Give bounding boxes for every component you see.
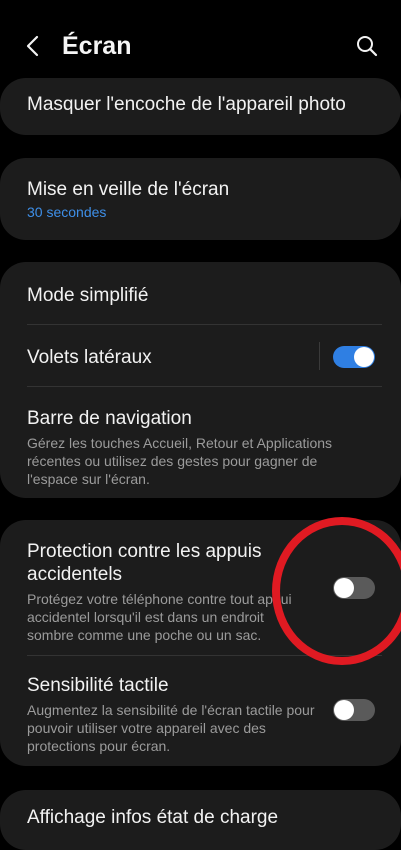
toggle-knob (334, 700, 354, 720)
setting-title: Masquer l'encoche de l'appareil photo (27, 94, 346, 115)
search-button[interactable] (351, 30, 383, 62)
card-touch-options: Protection contre les appuis accidentels… (0, 520, 401, 766)
setting-screen-timeout[interactable]: Mise en veille de l'écran 30 secondes (0, 158, 401, 240)
setting-title: Affichage infos état de charge (27, 807, 279, 828)
toggle-knob (334, 578, 354, 598)
accidental-touch-toggle[interactable] (333, 577, 375, 599)
setting-touch-sensitivity[interactable]: Sensibilité tactile Augmentez la sensibi… (0, 656, 401, 766)
back-button[interactable] (18, 30, 50, 62)
card-screen-timeout: Mise en veille de l'écran 30 secondes (0, 158, 401, 240)
setting-title: Sensibilité tactile (27, 675, 169, 696)
setting-title: Mise en veille de l'écran (27, 179, 230, 200)
vertical-separator (319, 342, 320, 370)
setting-description: Protégez votre téléphone contre tout app… (27, 591, 292, 643)
toggle-knob (354, 347, 374, 367)
card-display-options: Mode simplifié Volets latéraux Barre de … (0, 262, 401, 498)
setting-navigation-bar[interactable]: Barre de navigation Gérez les touches Ac… (0, 387, 401, 488)
setting-title: Barre de navigation (27, 408, 192, 429)
chevron-left-icon (26, 35, 39, 57)
setting-title: Mode simplifié (27, 285, 149, 306)
setting-easy-mode[interactable]: Mode simplifié (0, 262, 401, 325)
setting-hide-camera-notch[interactable]: Masquer l'encoche de l'appareil photo (0, 78, 401, 135)
setting-description: Augmentez la sensibilité de l'écran tact… (27, 702, 315, 754)
setting-title: Volets latéraux (27, 347, 152, 368)
setting-title: Protection contre les appuis accidentels (27, 541, 262, 585)
search-icon (357, 36, 378, 57)
edge-panels-toggle[interactable] (333, 346, 375, 368)
touch-sensitivity-toggle[interactable] (333, 699, 375, 721)
setting-edge-panels[interactable]: Volets latéraux (0, 325, 401, 387)
setting-description: Gérez les touches Accueil, Retour et App… (27, 435, 333, 487)
page-title: Écran (62, 32, 132, 60)
setting-value: 30 secondes (27, 204, 107, 220)
card-notch: Masquer l'encoche de l'appareil photo (0, 78, 401, 135)
app-bar: Écran (0, 0, 401, 88)
setting-accidental-touch-protection[interactable]: Protection contre les appuis accidentels… (0, 520, 401, 656)
setting-charging-info[interactable]: Affichage infos état de charge (0, 790, 401, 829)
card-charging-info: Affichage infos état de charge (0, 790, 401, 850)
